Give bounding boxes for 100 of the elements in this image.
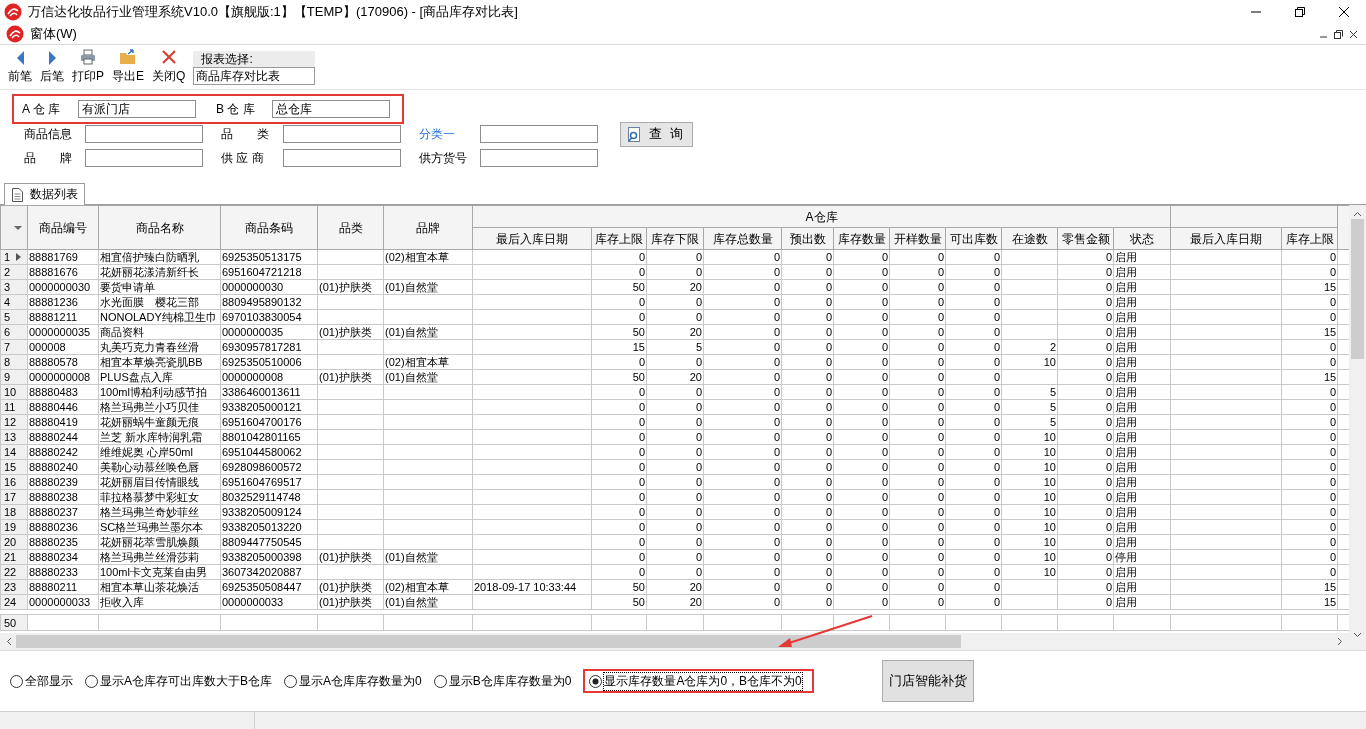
radio-button[interactable] (85, 674, 98, 688)
table-cell: 0 (945, 444, 1002, 460)
scroll-left-icon[interactable] (6, 637, 12, 646)
table-cell: 0 (1281, 384, 1338, 400)
close-icon[interactable] (1349, 29, 1358, 39)
scroll-right-icon[interactable] (1337, 637, 1343, 646)
table-cell: 0 (781, 339, 834, 355)
table-cell: 0 (945, 249, 1002, 265)
row-number: 8 (4, 356, 11, 368)
query-button[interactable]: 查 询 (620, 121, 693, 147)
table-cell: 0 (1281, 534, 1338, 550)
toolbar-button[interactable]: 关闭Q (148, 49, 190, 87)
input-field[interactable]: 总仓库 (272, 100, 390, 118)
input-field[interactable]: 有派门店 (78, 100, 196, 118)
dropdown-icon[interactable] (14, 225, 22, 230)
table-cell: 20 (646, 324, 704, 340)
scrollbar-thumb[interactable] (16, 635, 961, 648)
table-cell: 0 (945, 459, 1002, 475)
table-cell: 0 (889, 594, 946, 610)
table-cell: 50 (591, 279, 647, 295)
table-cell: 88881211 (27, 309, 99, 325)
tab[interactable]: 数据列表 (4, 183, 85, 205)
input-field[interactable] (283, 125, 401, 143)
table-cell: 0 (833, 414, 890, 430)
table-cell: 0 (781, 264, 834, 280)
scrollbar-thumb[interactable] (1351, 219, 1364, 359)
table-cell: 88880234 (27, 549, 99, 565)
table-cell: 0 (591, 249, 647, 265)
radio-option[interactable]: 全部显示 (6, 669, 77, 693)
toolbar-button[interactable]: 前笔 (4, 51, 36, 87)
table-cell: 0 (833, 324, 890, 340)
table-cell: 0 (889, 264, 946, 280)
table-cell: 88881676 (27, 264, 99, 280)
table-cell: 0 (1057, 459, 1114, 475)
table-cell: 0 (703, 369, 782, 385)
toolbar-button[interactable]: 导出E (108, 49, 149, 87)
radio-option[interactable]: 显示A仓库库存数量为0 (280, 669, 426, 693)
table-cell: 0 (781, 399, 834, 415)
table-cell: 启用 (1113, 309, 1171, 325)
table-cell: 花妍丽花萃雪肌焕颜 (98, 534, 221, 550)
table-cell: 0 (889, 474, 946, 490)
table-cell: 6925350508447 (220, 579, 318, 595)
table-cell: 0 (781, 384, 834, 400)
restore-icon[interactable] (1334, 29, 1343, 39)
menu-item[interactable]: 窗体(W) (30, 25, 77, 43)
link[interactable]: 分类一 (419, 125, 480, 143)
table-cell: 0 (945, 399, 1002, 415)
toolbar-button[interactable]: 后笔 (36, 51, 68, 87)
radio-button[interactable] (10, 674, 23, 688)
table-cell: 50 (591, 594, 647, 610)
radio-option[interactable]: 显示B仓库库存数量为0 (429, 669, 576, 693)
scroll-down-icon[interactable] (1353, 632, 1362, 638)
row-number: 7 (4, 341, 11, 353)
table-cell: 0 (703, 504, 782, 520)
table-cell: 0 (1057, 549, 1114, 565)
table-cell: 0 (889, 294, 946, 310)
table-cell: 9338205009124 (220, 504, 318, 520)
radio-button[interactable] (284, 674, 297, 688)
table-cell: 0 (945, 369, 1002, 385)
table-cell: 0000000030 (220, 279, 318, 295)
table-cell: 0 (646, 474, 704, 490)
table-cell: 000008 (27, 339, 99, 355)
input-field[interactable] (85, 149, 203, 167)
table-cell: 相宜本草焕亮瓷肌BB (98, 354, 221, 370)
radio-button[interactable] (433, 674, 447, 688)
close-icon[interactable] (1339, 7, 1349, 17)
table-cell: 0 (703, 354, 782, 370)
table-cell: 0 (646, 309, 704, 325)
table-cell: 0 (591, 474, 647, 490)
restore-icon[interactable] (1295, 7, 1305, 17)
table-cell: 100ml卡文克莱自由男 (98, 564, 221, 580)
table-cell: 0 (1281, 339, 1338, 355)
row-number: 22 (4, 566, 17, 578)
report-select-field[interactable]: 商品库存对比表 (193, 67, 316, 85)
table-cell: 0 (591, 354, 647, 370)
table-cell: 0 (1057, 504, 1114, 520)
table-cell: 0 (833, 354, 890, 370)
table-cell: 0 (646, 384, 704, 400)
toolbar-button[interactable]: 打印P (68, 49, 108, 87)
table-cell: (01)护肤类 (317, 594, 384, 610)
table-cell: 6951044580062 (220, 444, 318, 460)
scroll-up-icon[interactable] (1353, 211, 1362, 217)
input-field[interactable] (480, 149, 598, 167)
table-cell: 0 (646, 264, 704, 280)
table-cell: (01)自然堂 (383, 369, 473, 385)
table-cell: 10 (1001, 459, 1058, 475)
table-cell: (01)自然堂 (383, 324, 473, 340)
radio-button[interactable] (589, 674, 603, 688)
table-cell: 10 (1001, 564, 1058, 580)
radio-option[interactable]: 显示A仓库存可出库数大于B仓库 (81, 669, 276, 693)
table-cell: 0 (646, 294, 704, 310)
column-header: 商品编号 (27, 205, 99, 250)
input-field[interactable] (85, 125, 203, 143)
input-field[interactable] (480, 125, 598, 143)
input-field[interactable] (283, 149, 401, 167)
replenish-button[interactable]: 门店智能补货 (881, 660, 974, 702)
radio-option[interactable]: 显示库存数量A仓库为0，B仓库不为0 (583, 669, 814, 693)
table-cell: 0 (703, 579, 782, 595)
table-cell: 0 (703, 339, 782, 355)
table-cell: (01)自然堂 (383, 549, 473, 565)
